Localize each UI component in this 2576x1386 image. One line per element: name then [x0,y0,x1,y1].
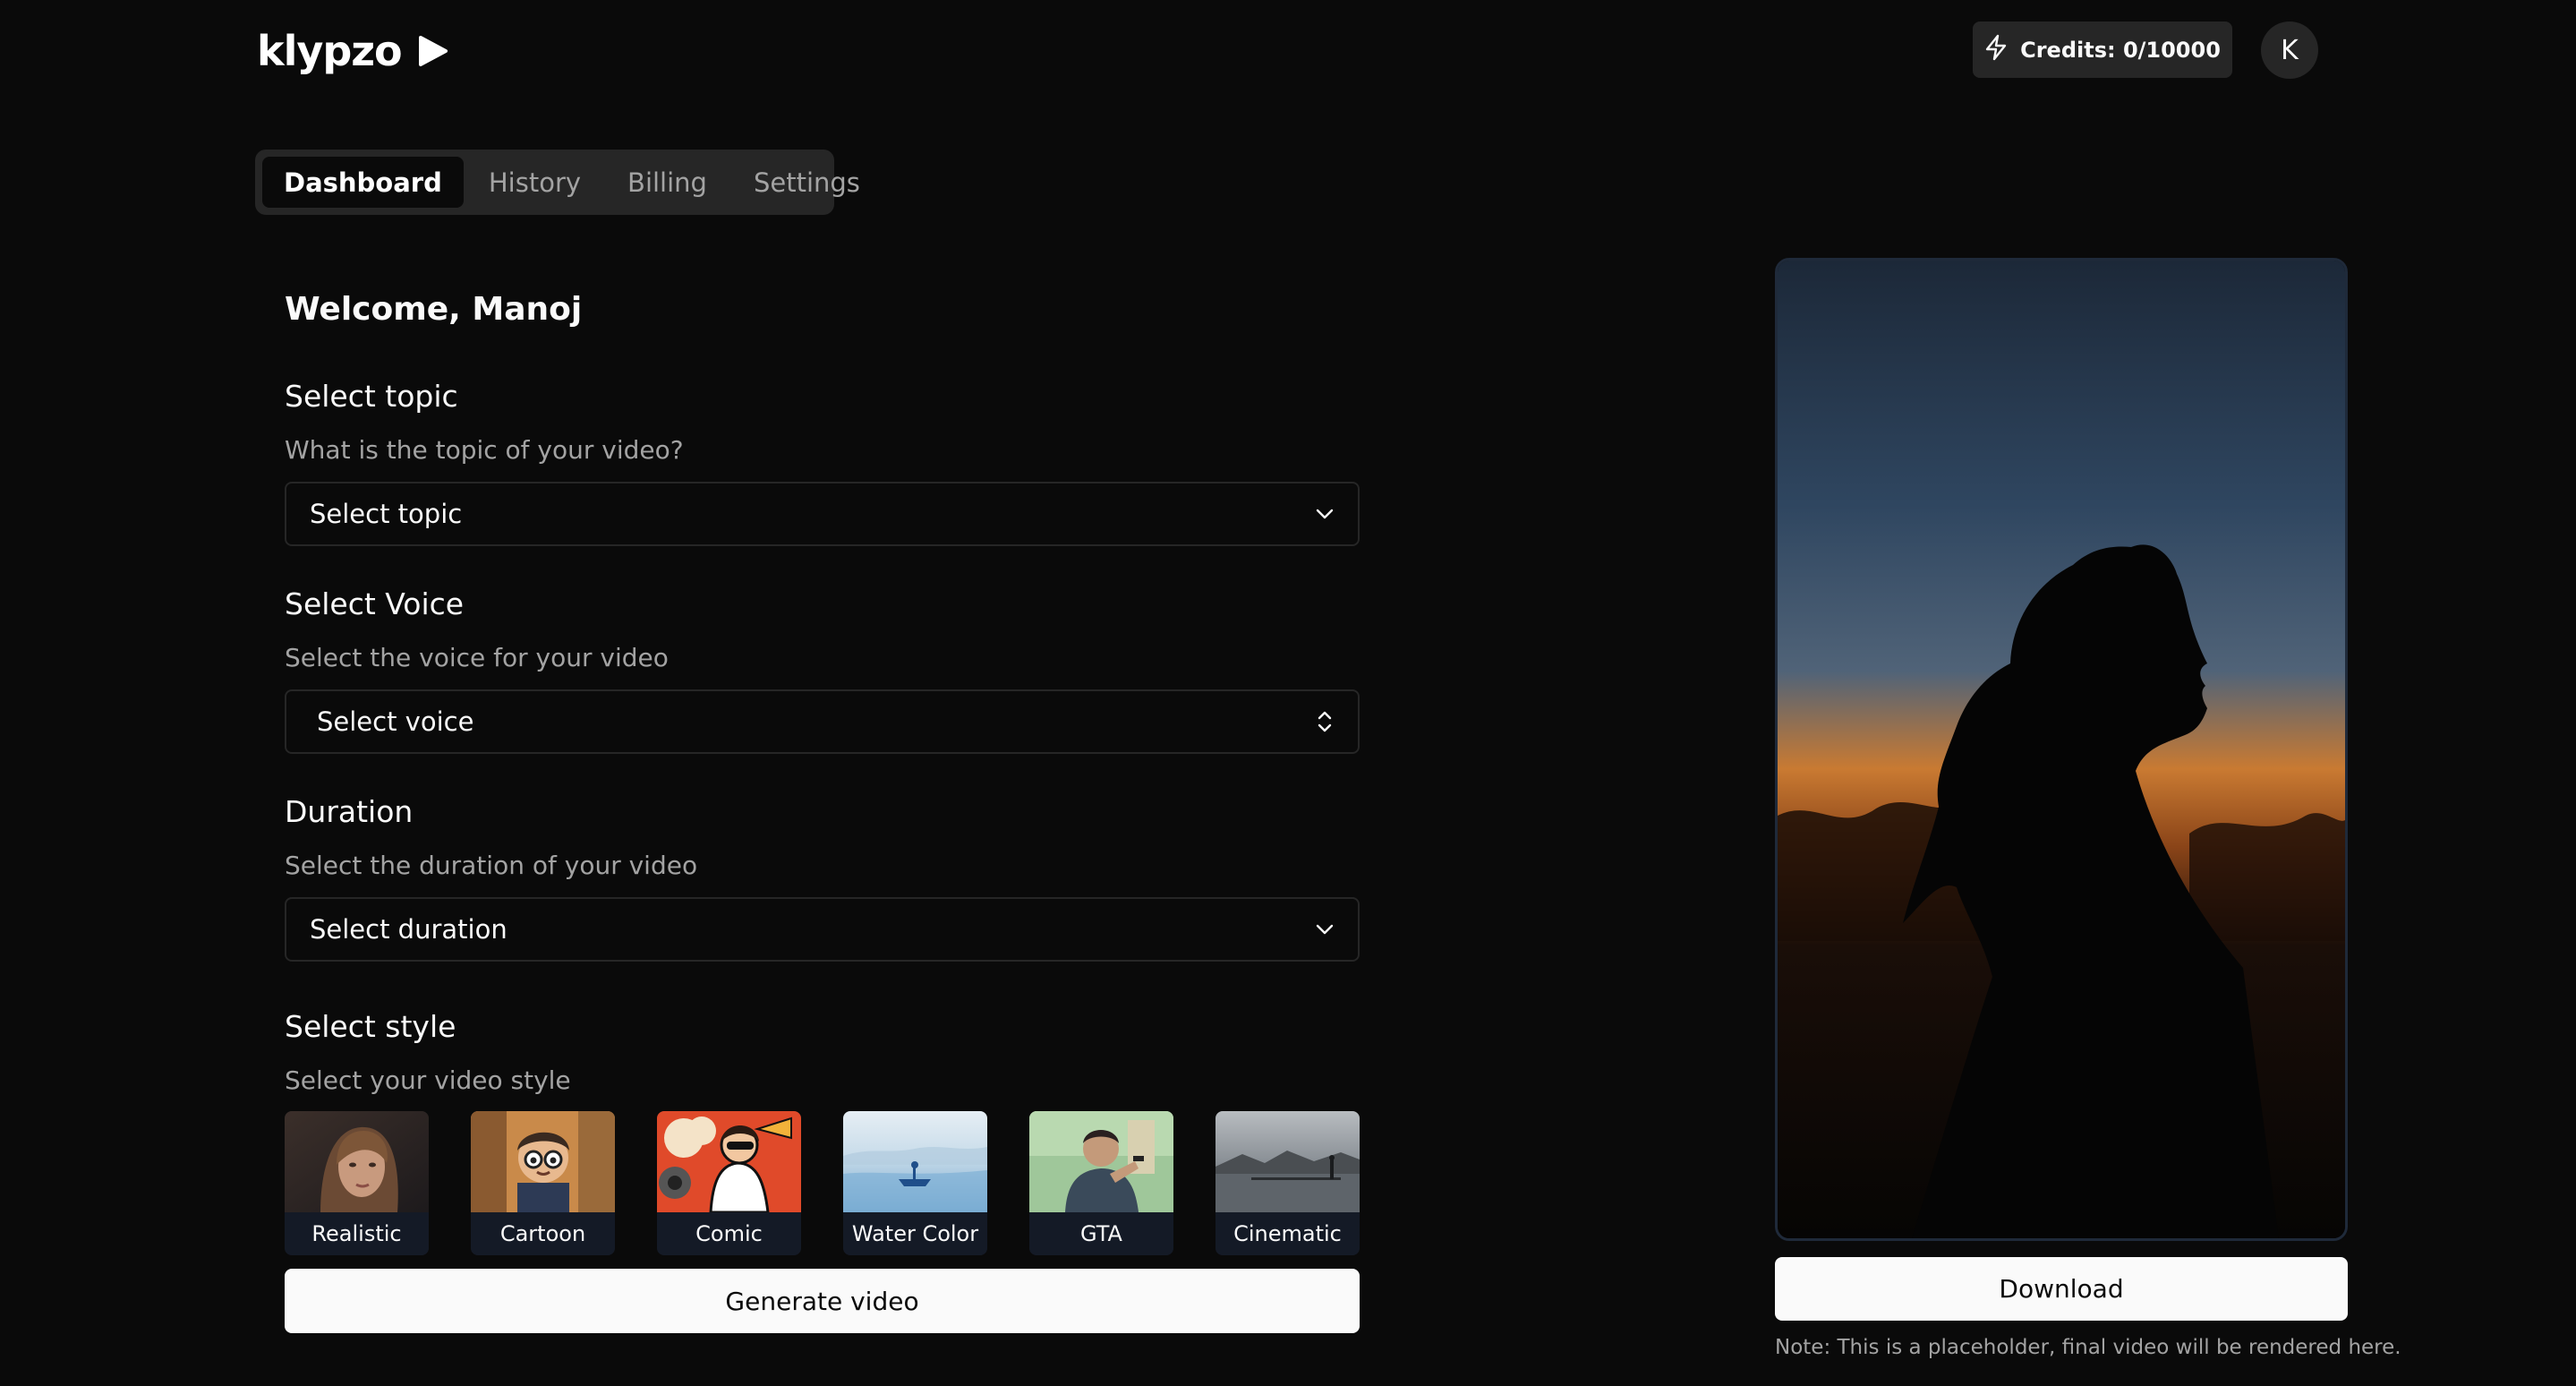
style-options: Realistic Cartoon Comic Water Color GTA … [285,1111,1360,1255]
style-label: Comic [657,1212,801,1255]
style-option-cartoon[interactable]: Cartoon [471,1111,615,1255]
style-label: Water Color [843,1212,987,1255]
topic-title: Select topic [285,379,458,414]
tab-bar: Dashboard History Billing Settings [255,150,860,215]
voice-title: Select Voice [285,586,465,621]
logo[interactable]: klypzo [257,27,448,75]
topic-description: What is the topic of your video? [285,435,684,465]
style-option-realistic[interactable]: Realistic [285,1111,429,1255]
chevron-up-down-icon [1315,708,1335,735]
style-option-gta[interactable]: GTA [1029,1111,1173,1255]
page-title: Welcome, Manoj [285,291,583,328]
cinematic-thumbnail-icon [1215,1111,1360,1212]
tab-history[interactable]: History [467,157,602,208]
style-title: Select style [285,1009,456,1044]
style-description: Select your video style [285,1065,571,1095]
cartoon-thumbnail-icon [471,1111,615,1212]
duration-select[interactable]: Select duration [285,897,1360,962]
style-label: GTA [1029,1212,1173,1255]
realistic-thumbnail-icon [285,1111,429,1212]
style-label: Cartoon [471,1212,615,1255]
chevron-down-icon [1315,508,1335,520]
generate-video-button[interactable]: Generate video [285,1269,1360,1333]
style-label: Realistic [285,1212,429,1255]
gta-thumbnail-icon [1029,1111,1173,1212]
duration-select-value: Select duration [310,914,508,945]
style-option-cinematic[interactable]: Cinematic [1215,1111,1360,1255]
comic-thumbnail-icon [657,1111,801,1212]
watercolor-thumbnail-icon [843,1111,987,1212]
download-button[interactable]: Download [1775,1257,2348,1321]
duration-description: Select the duration of your video [285,851,698,880]
credits-label: Credits: 0/10000 [2020,37,2221,63]
preview-image [1778,261,2345,1238]
dashboard-page: klypzo Credits: 0/10000 K Dashboard Hist… [0,0,2576,1386]
style-option-watercolor[interactable]: Water Color [843,1111,987,1255]
credits-button[interactable]: Credits: 0/10000 [1973,21,2232,78]
voice-description: Select the voice for your video [285,643,669,672]
voice-select-value: Select voice [317,706,474,737]
style-option-comic[interactable]: Comic [657,1111,801,1255]
topic-select-value: Select topic [310,499,463,529]
topic-select[interactable]: Select topic [285,482,1360,546]
video-preview [1775,258,2348,1241]
preview-note: Note: This is a placeholder, final video… [1775,1336,2401,1359]
style-label: Cinematic [1215,1212,1360,1255]
tab-billing[interactable]: Billing [606,157,729,208]
logo-text: klypzo [257,27,403,75]
voice-select[interactable]: Select voice [285,689,1360,754]
play-icon [418,35,448,67]
chevron-down-icon [1315,923,1335,936]
duration-title: Duration [285,794,414,829]
tab-settings[interactable]: Settings [732,157,882,208]
tab-dashboard[interactable]: Dashboard [262,157,464,208]
lightning-icon [1984,34,2008,66]
avatar[interactable]: K [2261,21,2318,79]
